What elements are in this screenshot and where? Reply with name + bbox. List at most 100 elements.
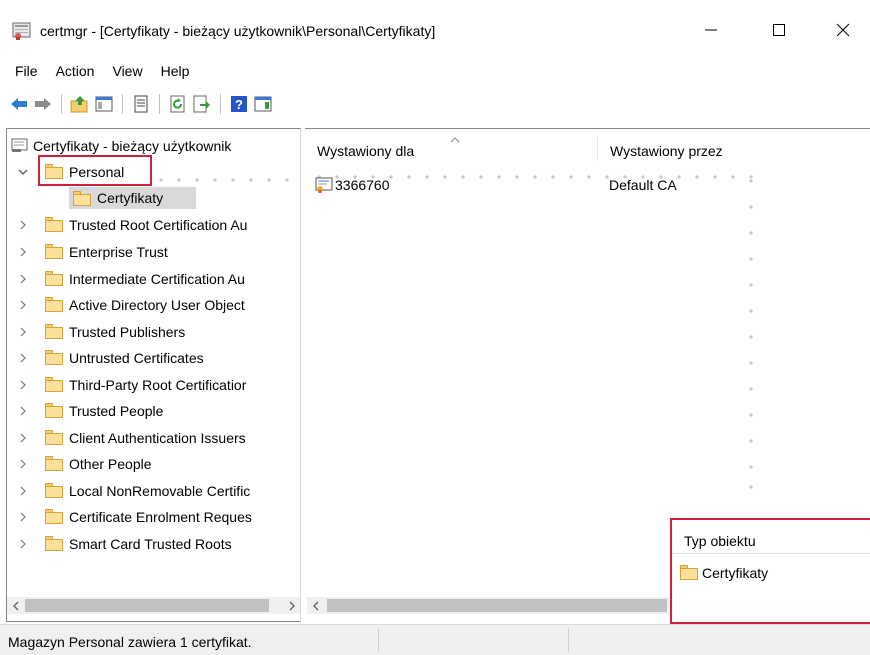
folder-icon [45,271,63,286]
object-type-highlight-box [670,518,870,624]
menu-help[interactable]: Help [152,63,199,79]
scrollbar-thumb[interactable] [327,599,667,612]
toolbar-separator [122,94,123,114]
dotted-guide [159,170,299,182]
chevron-right-icon[interactable] [17,510,29,524]
tree-item-label: Trusted Publishers [69,324,186,340]
scroll-right-icon[interactable] [283,597,300,614]
chevron-right-icon[interactable] [17,272,29,286]
tree-item-label: Local NonRemovable Certific [69,483,251,499]
menu-view[interactable]: View [103,63,151,79]
tree-item[interactable]: Other People [7,451,300,477]
chevron-right-icon[interactable] [17,457,29,471]
tree-item[interactable]: Intermediate Certification Au [7,266,300,292]
folder-icon [45,456,63,471]
dotted-focus-line [317,167,757,179]
column-header-issued-by[interactable]: Wystawiony przez [610,143,723,159]
up-folder-icon[interactable] [69,93,91,115]
scrollbar-thumb[interactable] [25,599,269,612]
menu-bar: File Action View Help [0,58,870,84]
list-horizontal-scrollbar[interactable] [307,597,669,614]
folder-icon [73,191,91,206]
tree-item-label: Other People [69,456,152,472]
properties-icon[interactable] [130,93,152,115]
help-icon[interactable]: ? [228,93,250,115]
folder-icon [45,297,63,312]
maximize-button[interactable] [756,12,802,48]
chevron-right-icon[interactable] [17,378,29,392]
tree-item-label: Client Authentication Issuers [69,430,246,446]
personal-highlight-box [38,155,152,186]
chevron-right-icon[interactable] [17,245,29,259]
column-separator[interactable] [597,135,598,161]
tree-item-personal-certyfikaty[interactable]: Certyfikaty [7,185,300,211]
console-tree[interactable]: Certyfikaty - bieżący użytkownik Persona… [6,128,301,622]
tree-item-label: Third-Party Root Certificatior [69,377,247,393]
toolbar-separator [61,94,62,114]
menu-file[interactable]: File [6,63,47,79]
close-button[interactable] [820,12,866,48]
folder-icon [45,483,63,498]
forward-icon[interactable] [32,93,54,115]
tree-root-label: Certyfikaty - bieżący użytkownik [33,138,232,154]
tree-item-label: Certificate Enrolment Reques [69,509,252,525]
tree-item-label: Untrusted Certificates [69,350,204,366]
tree-item[interactable]: Trusted Publishers [7,319,300,345]
tree-horizontal-scrollbar[interactable] [7,597,300,614]
tree-item[interactable]: Untrusted Certificates [7,345,300,371]
tree-item-label: Certyfikaty [97,190,164,206]
tree-item-label: Active Directory User Object [69,297,245,313]
chevron-right-icon[interactable] [17,431,29,445]
folder-icon [45,403,63,418]
tree-item[interactable]: Trusted People [7,398,300,424]
export-list-icon[interactable] [191,93,213,115]
show-hide-tree-icon[interactable] [93,93,115,115]
action-pane-icon[interactable] [252,93,274,115]
folder-icon [45,430,63,445]
tree-item[interactable]: Trusted Root Certification Au [7,212,300,238]
tree-item-label: Trusted People [69,403,164,419]
tree-item[interactable]: Smart Card Trusted Roots [7,531,300,557]
folder-icon [45,350,63,365]
certmgr-app-icon [12,22,32,40]
certificate-store-icon [11,137,29,156]
chevron-right-icon[interactable] [17,484,29,498]
menu-action[interactable]: Action [47,63,104,79]
tree-item[interactable]: Local NonRemovable Certific [7,478,300,504]
toolbar: ? [0,88,870,120]
tree-item-label: Trusted Root Certification Au [69,217,248,233]
chevron-right-icon[interactable] [17,404,29,418]
folder-icon [45,509,63,524]
tree-item[interactable]: Enterprise Trust [7,239,300,265]
refresh-icon[interactable] [167,93,189,115]
tree-item[interactable]: Third-Party Root Certificatior [7,372,300,398]
chevron-right-icon[interactable] [17,351,29,365]
chevron-down-icon[interactable] [17,165,29,179]
table-row[interactable]: 3366760 Default CA [315,175,755,197]
tree-item-label: Intermediate Certification Au [69,271,245,287]
chevron-right-icon[interactable] [17,537,29,551]
title-bar: certmgr - [Certyfikaty - bieżący użytkow… [0,0,870,58]
status-divider [568,628,569,652]
scroll-left-icon[interactable] [7,597,24,614]
status-divider [378,628,379,652]
sort-ascending-icon [450,131,460,146]
window-title: certmgr - [Certyfikaty - bieżący użytkow… [40,23,436,39]
dotted-focus-line [749,169,753,489]
back-icon[interactable] [8,93,30,115]
tree-item[interactable]: Client Authentication Issuers [7,425,300,451]
tree-item[interactable]: Certificate Enrolment Reques [7,504,300,530]
status-text: Magazyn Personal zawiera 1 certyfikat. [8,634,252,650]
chevron-right-icon[interactable] [17,298,29,312]
folder-icon [45,536,63,551]
minimize-button[interactable] [688,12,734,48]
chevron-right-icon[interactable] [17,218,29,232]
tree-item[interactable]: Active Directory User Object [7,292,300,318]
tree-item-label: Smart Card Trusted Roots [69,536,232,552]
chevron-right-icon[interactable] [17,325,29,339]
cell-issued-to: 3366760 [335,177,390,193]
column-header-issued-to[interactable]: Wystawiony dla [317,143,414,159]
folder-icon [45,244,63,259]
scroll-left-icon[interactable] [307,597,324,614]
certificate-icon [315,177,333,196]
